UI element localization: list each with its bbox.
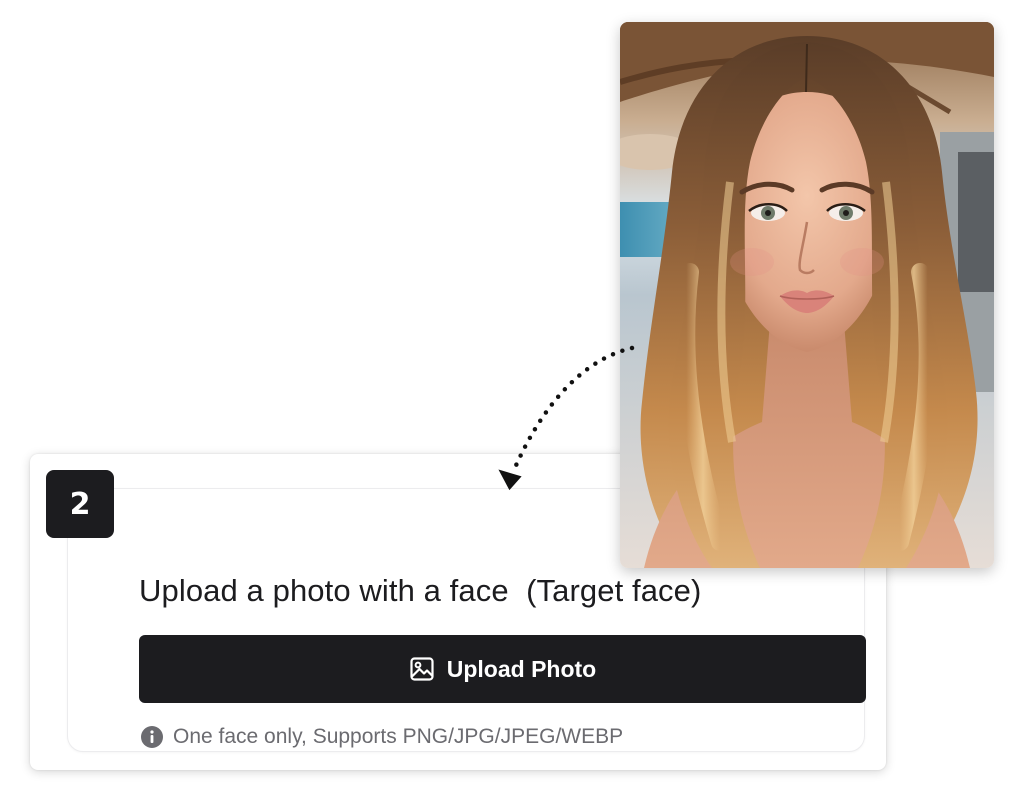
upload-title: Upload a photo with a face (Target face) xyxy=(139,573,702,608)
image-icon xyxy=(409,656,435,682)
upload-photo-button[interactable]: Upload Photo xyxy=(139,635,866,703)
example-face-photo xyxy=(620,22,994,568)
file-requirements-hint: One face only, Supports PNG/JPG/JPEG/WEB… xyxy=(140,725,623,749)
file-requirements-text: One face only, Supports PNG/JPG/JPEG/WEB… xyxy=(173,725,624,748)
dotted-arrow-icon xyxy=(498,345,635,491)
step-number-badge: 2 xyxy=(46,470,114,538)
info-icon xyxy=(140,725,164,749)
upload-step-screen: 2 Upload a photo with a face (Target fac… xyxy=(0,0,1024,808)
upload-photo-label: Upload Photo xyxy=(446,655,597,682)
